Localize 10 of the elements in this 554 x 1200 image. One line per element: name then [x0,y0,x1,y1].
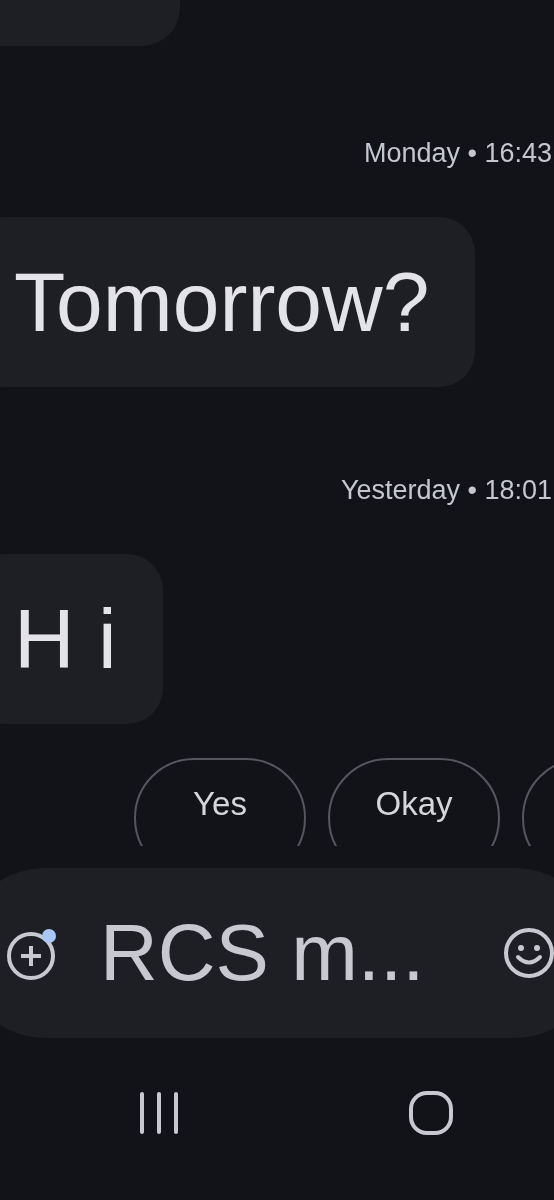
recent-apps-icon[interactable] [138,1091,180,1135]
message-input[interactable]: RCS m... [98,906,462,1000]
home-icon[interactable] [408,1090,454,1136]
message-bubble: Tomorrow? [0,217,476,387]
message-timestamp: Monday • 16:43 [363,138,552,169]
emoji-icon[interactable] [502,926,554,980]
add-icon[interactable] [4,926,58,980]
compose-bar[interactable]: RCS m... [0,868,554,1038]
message-bubble: H i [0,554,163,724]
message-timestamp: Yesterday • 18:01 [340,475,552,506]
